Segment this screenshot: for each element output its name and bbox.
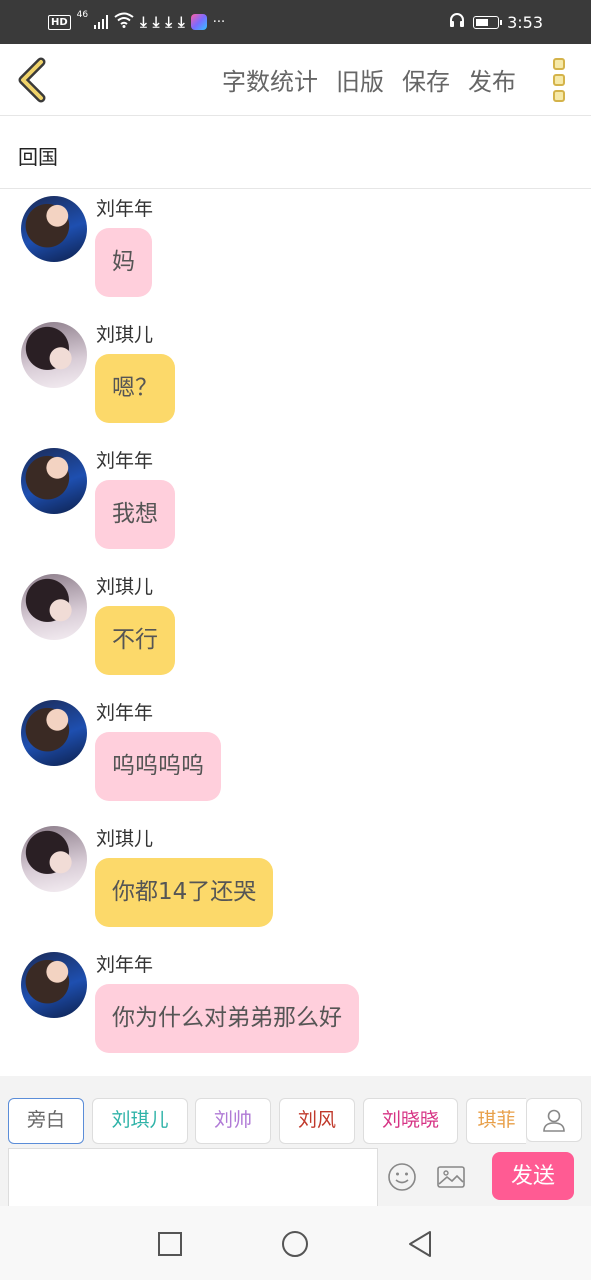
avatar[interactable] (21, 322, 87, 388)
sender-name: 刘年年 (96, 450, 154, 472)
toolbar-actions: 字数统计 旧版 保存 发布 (222, 62, 516, 97)
emoji-icon (388, 1163, 416, 1191)
avatar[interactable] (21, 826, 87, 892)
sender-name: 刘年年 (96, 702, 154, 724)
chat-message[interactable]: 刘琪儿 不行 (0, 568, 591, 688)
square-icon (158, 1232, 182, 1256)
message-bubble[interactable]: 你都14了还哭 (95, 858, 274, 927)
sender-name: 刘琪儿 (96, 576, 154, 598)
more-dot-icon (553, 58, 565, 70)
more-dot-icon (553, 74, 565, 86)
sender-name: 刘琪儿 (96, 828, 154, 850)
wifi-icon (114, 12, 134, 32)
home-button[interactable] (281, 1230, 309, 1258)
message-bubble[interactable]: 妈 (95, 228, 152, 297)
avatar[interactable] (21, 952, 87, 1018)
image-button[interactable] (436, 1162, 466, 1192)
manage-roles-button[interactable] (526, 1098, 582, 1142)
role-chip[interactable]: 刘风 (279, 1098, 355, 1144)
role-chip[interactable]: 琪菲 (466, 1098, 526, 1144)
triangle-back-icon (409, 1231, 431, 1257)
image-icon (437, 1166, 465, 1188)
download-icon: ⤓ (178, 13, 185, 31)
user-icon (543, 1109, 565, 1132)
system-nav-bar (0, 1206, 591, 1280)
circle-icon (282, 1231, 308, 1257)
download-icon: ⤓ (140, 13, 147, 31)
battery-icon (473, 15, 503, 29)
more-notifications: ··· (212, 14, 226, 30)
emoji-button[interactable] (387, 1162, 417, 1192)
chat-list[interactable]: 刘年年 妈 刘琪儿 嗯？ 刘年年 我想 刘琪儿 不行 刘年年 呜呜呜呜 刘琪儿 … (0, 190, 591, 1076)
chat-message[interactable]: 刘琪儿 你都14了还哭 (0, 820, 591, 940)
message-input-bar: 发送 (0, 1148, 591, 1206)
download-icon: ⤓ (152, 13, 160, 31)
back-nav-button[interactable] (406, 1230, 434, 1258)
sender-name: 刘年年 (96, 198, 154, 220)
chevron-left-icon (18, 57, 46, 103)
story-title-row[interactable]: 回国 (0, 117, 591, 189)
avatar[interactable] (21, 574, 87, 640)
sender-name: 刘琪儿 (96, 324, 154, 346)
role-chip[interactable]: 刘琪儿 (92, 1098, 188, 1144)
editor-toolbar: 字数统计 旧版 保存 发布 (0, 44, 591, 116)
chat-message[interactable]: 刘年年 你为什么对弟弟那么好 (0, 946, 591, 1066)
recents-button[interactable] (156, 1230, 184, 1258)
publish-button[interactable]: 发布 (468, 62, 516, 97)
chat-message[interactable]: 刘年年 妈 (0, 190, 591, 310)
role-chip-narrator[interactable]: 旁白 (8, 1098, 84, 1144)
chat-message[interactable]: 刘琪儿 嗯？ (0, 316, 591, 436)
more-menu-button[interactable] (553, 58, 565, 102)
status-right: 3:53 (449, 10, 543, 34)
old-version-button[interactable]: 旧版 (336, 62, 384, 97)
more-dot-icon (553, 90, 565, 102)
network-type: 46 (76, 10, 89, 20)
app-notification-icon (190, 14, 207, 30)
message-input[interactable] (8, 1148, 378, 1206)
headphone-icon (449, 12, 465, 32)
download-icon: ⤓ (165, 13, 173, 31)
message-bubble[interactable]: 我想 (95, 480, 175, 549)
hd-badge: HD (48, 14, 71, 30)
role-chip[interactable]: 刘晓晓 (363, 1098, 458, 1144)
message-bubble[interactable]: 不行 (95, 606, 175, 675)
signal-icon (94, 15, 109, 29)
message-bubble[interactable]: 嗯？ (95, 354, 175, 423)
chat-message[interactable]: 刘年年 我想 (0, 442, 591, 562)
back-button[interactable] (14, 56, 54, 104)
status-bar: HD 46 ⤓ ⤓ ⤓ ⤓ ··· 3:53 (0, 0, 591, 44)
avatar[interactable] (21, 448, 87, 514)
role-chip[interactable]: 刘帅 (195, 1098, 271, 1144)
status-left: HD 46 ⤓ ⤓ ⤓ ⤓ ··· (48, 10, 225, 34)
send-button[interactable]: 发送 (492, 1152, 574, 1200)
sender-name: 刘年年 (96, 954, 154, 976)
role-selector: 旁白 刘琪儿 刘帅 刘风 刘晓晓 琪菲 (0, 1076, 591, 1148)
word-count-button[interactable]: 字数统计 (222, 62, 318, 97)
message-bubble[interactable]: 你为什么对弟弟那么好 (95, 984, 359, 1053)
clock: 3:53 (507, 12, 543, 32)
story-title: 回国 (18, 145, 58, 169)
message-bubble[interactable]: 呜呜呜呜 (95, 732, 221, 801)
avatar[interactable] (21, 700, 87, 766)
avatar[interactable] (21, 196, 87, 262)
chat-message[interactable]: 刘年年 呜呜呜呜 (0, 694, 591, 814)
save-button[interactable]: 保存 (402, 62, 450, 97)
